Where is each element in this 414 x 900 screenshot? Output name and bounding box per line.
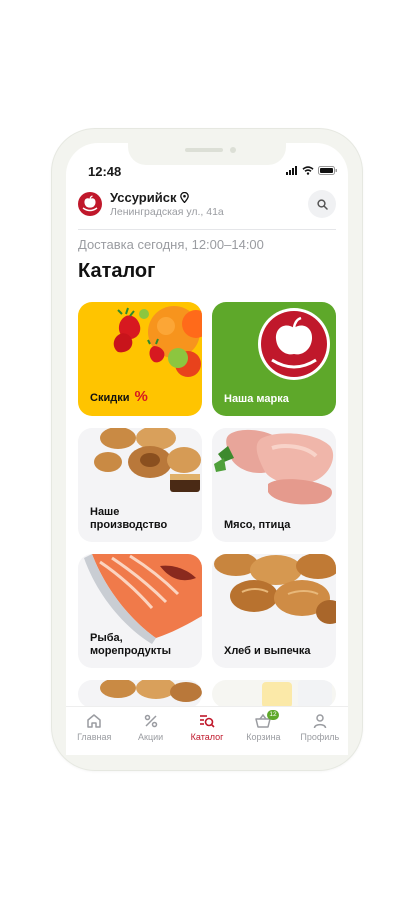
tab-label-profile: Профиль (300, 732, 340, 742)
tab-profile[interactable]: Профиль (292, 707, 348, 755)
category-label-fish: Рыба, морепродукты (90, 631, 172, 657)
battery-icon (318, 166, 337, 175)
status-time: 12:48 (88, 164, 122, 179)
percent-icon: % (134, 388, 148, 405)
percent-icon (144, 714, 157, 728)
signal-icon (286, 166, 297, 175)
wifi-icon (302, 166, 314, 175)
tab-label-home: Главная (77, 732, 112, 742)
category-tile-own-production[interactable]: Наше производство (78, 428, 202, 542)
category-tile-discounts[interactable]: Скидки % (78, 302, 202, 416)
city-name: Уссурийск (110, 190, 177, 205)
cart-count-badge: 12 (267, 710, 279, 720)
search-button[interactable] (308, 190, 336, 218)
tab-label-catalog: Каталог (190, 732, 224, 742)
category-tile-partial-pastry[interactable] (78, 680, 202, 708)
category-label-discounts: Скидки % (90, 388, 148, 405)
bottom-tab-bar: Главная Акции Каталог Корзина Профиль (66, 706, 348, 755)
category-tile-fish[interactable]: Рыба, морепродукты (78, 554, 202, 668)
brand-logo[interactable] (78, 192, 102, 216)
header-divider (78, 229, 336, 230)
tab-catalog[interactable]: Каталог (179, 707, 235, 755)
category-tile-meat[interactable]: Мясо, птица (212, 428, 336, 542)
category-tile-partial-dairy[interactable] (212, 680, 336, 708)
speaker-grille (185, 148, 223, 152)
search-icon (316, 198, 328, 210)
page-title: Каталог (78, 260, 156, 282)
category-label-bread: Хлеб и выпечка (224, 644, 311, 657)
category-label-own-production: Наше производство (90, 505, 168, 531)
tab-cart[interactable]: Корзина (235, 707, 291, 755)
pastry-image (100, 680, 202, 702)
status-icons (286, 166, 338, 175)
home-icon (87, 714, 101, 728)
category-label-own-brand: Наша марка (224, 392, 289, 405)
catalog-icon (200, 715, 215, 728)
category-tile-own-brand[interactable]: Наша марка (212, 302, 336, 416)
city-selector[interactable]: Уссурийск (110, 190, 190, 205)
delivery-time-text: Доставка сегодня, 12:00–14:00 (78, 237, 264, 252)
category-tile-bread[interactable]: Хлеб и выпечка (212, 554, 336, 668)
tab-promotions[interactable]: Акции (122, 707, 178, 755)
front-camera (230, 147, 236, 153)
dairy-image (262, 680, 332, 708)
category-label-meat: Мясо, птица (224, 518, 291, 531)
profile-icon (313, 714, 327, 729)
location-pin-icon (180, 192, 190, 203)
tab-home[interactable]: Главная (66, 707, 122, 755)
device-notch (128, 143, 286, 165)
tab-label-cart: Корзина (246, 732, 281, 742)
delivery-address[interactable]: Ленинградская ул., 41а (110, 206, 224, 218)
tab-label-promotions: Акции (138, 732, 164, 742)
